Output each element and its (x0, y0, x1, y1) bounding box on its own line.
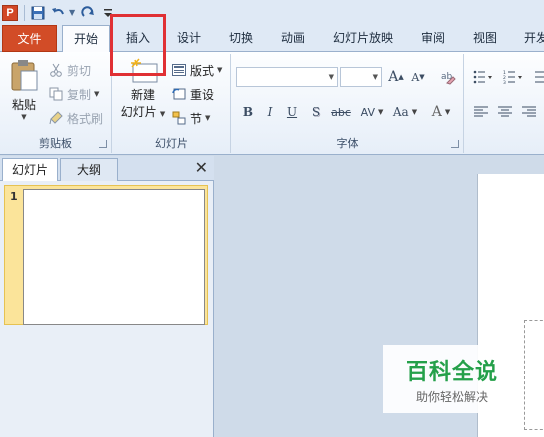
format-painter-label: 格式刷 (67, 111, 104, 126)
strikethrough-button[interactable]: abc (328, 102, 354, 122)
format-painter-button[interactable]: 格式刷 (48, 108, 103, 128)
shrink-font-button[interactable]: A ▼ (408, 67, 428, 87)
copy-button[interactable]: 复制 ▼ (48, 84, 99, 104)
paste-button[interactable]: 粘贴 ▼ (4, 58, 44, 128)
reset-button[interactable]: 重设 (171, 84, 214, 104)
align-left-icon[interactable] (471, 102, 491, 122)
numbering-icon[interactable]: 123 (501, 67, 525, 87)
scissors-icon (48, 62, 64, 78)
tab-view[interactable]: 视图 (464, 25, 506, 52)
panel-tab-bar: 幻灯片 大纲 ✕ (0, 156, 214, 181)
slide-number: 1 (10, 190, 18, 203)
clipboard-group: 粘贴 ▼ 剪切 复制 ▼ 格式刷 剪贴板 (0, 54, 112, 153)
paste-icon (11, 60, 38, 91)
tab-home[interactable]: 开始 (62, 25, 110, 53)
bullets-icon[interactable] (471, 67, 495, 87)
reset-label: 重设 (190, 87, 215, 102)
clipboard-launcher-icon[interactable] (99, 140, 107, 148)
copy-icon (48, 86, 64, 102)
paragraph-group: 123 (465, 54, 544, 153)
layout-button[interactable]: 版式 ▼ (171, 60, 222, 80)
ribbon-home: 粘贴 ▼ 剪切 复制 ▼ 格式刷 剪贴板 新建 幻灯片 ▼ 版式 ▼ 重设 节 … (0, 52, 544, 155)
shadow-button[interactable]: S (306, 102, 326, 122)
font-size-dropdown-icon: ▼ (372, 73, 378, 81)
qat-separator (24, 4, 25, 21)
decrease-indent-icon[interactable] (529, 67, 544, 87)
undo-dropdown-icon[interactable]: ▼ (69, 8, 75, 17)
copy-label: 复制 (67, 87, 92, 102)
watermark-title: 百科全说 (405, 359, 498, 385)
paste-label: 粘贴 (11, 98, 36, 112)
copy-dropdown-icon: ▼ (94, 90, 100, 98)
panel-tab-outline[interactable]: 大纲 (60, 158, 118, 181)
paste-dropdown-icon: ▼ (21, 113, 27, 121)
new-slide-label-2: 幻灯片 ▼ (120, 105, 166, 119)
clear-formatting-icon[interactable]: ab (438, 67, 458, 87)
clipboard-group-label: 剪贴板 (39, 137, 72, 150)
character-spacing-button[interactable]: AV ▼ (358, 102, 386, 122)
section-dropdown-icon: ▼ (205, 114, 211, 122)
font-color-button[interactable]: A ▼ (428, 102, 454, 122)
watermark-logo: 百科全说 助你轻松解决 (383, 345, 521, 413)
close-icon[interactable]: ✕ (195, 159, 208, 177)
format-painter-icon (48, 110, 64, 126)
content-placeholder[interactable] (524, 320, 544, 430)
insert-tab-highlight (110, 14, 166, 76)
change-case-button[interactable]: Aa ▼ (390, 102, 420, 122)
align-center-icon[interactable] (495, 102, 515, 122)
font-name-dropdown-icon: ▼ (328, 73, 334, 81)
slide-thumbnail-image (23, 189, 205, 325)
tab-review[interactable]: 审阅 (412, 25, 454, 52)
italic-button[interactable]: I (260, 102, 280, 122)
undo-icon[interactable] (49, 4, 67, 22)
font-launcher-icon[interactable] (451, 140, 459, 148)
tab-transitions[interactable]: 切换 (220, 25, 262, 52)
font-group-label: 字体 (336, 137, 359, 150)
layout-label: 版式 (190, 63, 215, 78)
tab-file[interactable]: 文件 (2, 25, 57, 52)
tab-animations[interactable]: 动画 (272, 25, 314, 52)
align-right-icon[interactable] (519, 102, 539, 122)
watermark-subtitle: 助你轻松解决 (415, 389, 488, 404)
cut-label: 剪切 (67, 63, 92, 78)
font-group: ▼ ▼ A ▲ A ▼ ab B I U S abc AV ▼ Aa ▼ A ▼ 字体 (232, 54, 464, 153)
section-button[interactable]: 节 ▼ (171, 108, 210, 128)
font-name-combobox[interactable]: ▼ (236, 67, 338, 87)
save-icon[interactable] (29, 4, 47, 22)
quick-access-toolbar: P ▼ (0, 0, 544, 25)
bold-button[interactable]: B (238, 102, 258, 122)
slide-thumbnail-selected[interactable]: 1 (4, 185, 208, 325)
ribbon-tab-bar: 文件 开始 插入 设计 切换 动画 幻灯片放映 审阅 视图 开发 (0, 25, 544, 53)
new-slide-label-1: 新建 (130, 88, 155, 102)
slides-group-label: 幻灯片 (155, 137, 188, 150)
tab-design[interactable]: 设计 (168, 25, 210, 52)
panel-tab-slides[interactable]: 幻灯片 (2, 158, 58, 181)
section-icon (171, 110, 187, 126)
reset-icon (171, 86, 187, 102)
underline-button[interactable]: U (282, 102, 302, 122)
layout-dropdown-icon: ▼ (217, 66, 223, 74)
layout-icon (171, 62, 187, 78)
grow-font-button[interactable]: A ▲ (386, 67, 406, 87)
font-size-combobox[interactable]: ▼ (340, 67, 382, 87)
tab-developer[interactable]: 开发 (516, 25, 544, 52)
cut-button[interactable]: 剪切 (48, 60, 91, 80)
powerpoint-app-icon[interactable]: P (2, 4, 18, 21)
tab-slideshow[interactable]: 幻灯片放映 (326, 25, 400, 52)
slides-panel: 幻灯片 大纲 ✕ 1 (0, 156, 214, 437)
svg-text:3: 3 (503, 80, 506, 84)
section-label: 节 (190, 111, 203, 126)
redo-icon[interactable] (79, 4, 97, 22)
